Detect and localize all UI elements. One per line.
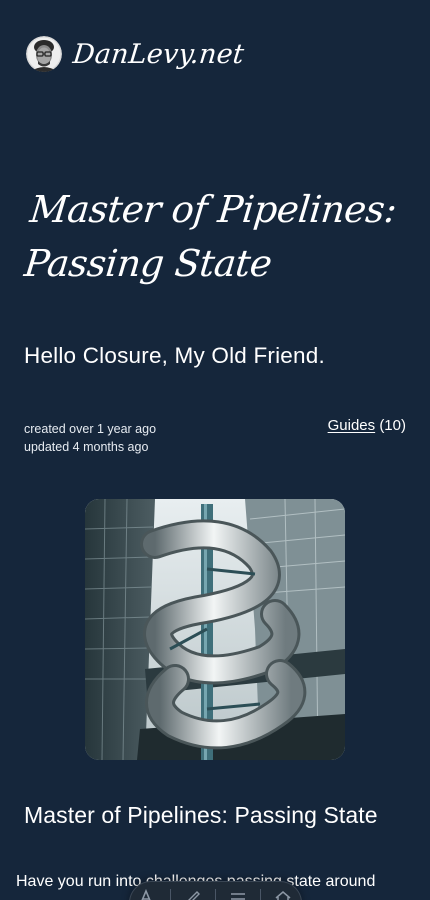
toolbar-divider [170, 889, 171, 900]
brush-icon[interactable] [179, 889, 207, 900]
site-home-link[interactable]: DanLevy.net [26, 36, 246, 72]
post-hero-image [85, 499, 345, 760]
updated-date: updated 4 months ago [24, 440, 149, 454]
created-date: created over 1 year ago [24, 422, 157, 436]
post-category: Guides (10) [328, 417, 406, 434]
post-title: Master of Pipelines: Passing State [22, 188, 399, 285]
home-icon[interactable] [269, 889, 297, 900]
site-title: DanLevy.net [71, 38, 246, 70]
toolbar-divider [260, 889, 261, 900]
toolbar-divider [215, 889, 216, 900]
category-count: (10) [379, 417, 406, 434]
section-heading: Master of Pipelines: Passing State [24, 802, 378, 828]
post-dates: created over 1 year ago updated 4 months… [24, 420, 156, 456]
post-subtitle: Hello Closure, My Old Friend. [24, 343, 325, 368]
reader-toolbar [129, 881, 302, 900]
category-link-guides[interactable]: Guides [328, 417, 376, 434]
avatar [26, 36, 62, 72]
text-size-icon[interactable] [134, 889, 162, 900]
menu-icon[interactable] [224, 889, 252, 900]
page: DanLevy.net Master of Pipelines: Passing… [0, 0, 430, 900]
